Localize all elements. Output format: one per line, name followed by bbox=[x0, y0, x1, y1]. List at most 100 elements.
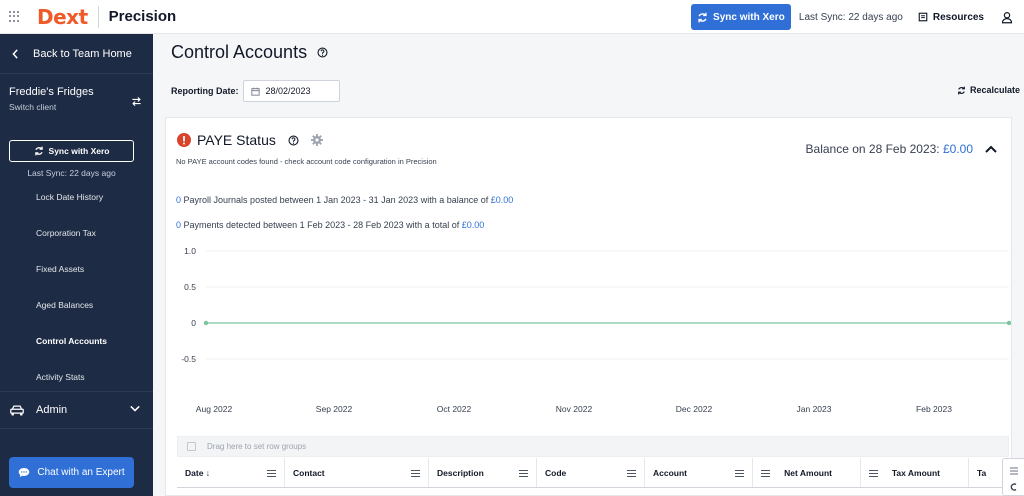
transactions-grid-header: Date ↓ Contact Description Code Account … bbox=[177, 458, 1009, 488]
balance-summary: Balance on 28 Feb 2023: £0.00 bbox=[806, 142, 997, 156]
resources-label: Resources bbox=[932, 11, 984, 23]
reporting-date-control: Reporting Date: 28/02/2023 bbox=[171, 80, 340, 102]
row-group-icon bbox=[187, 442, 196, 451]
back-to-team-home[interactable]: Back to Team Home bbox=[0, 34, 153, 74]
sync-icon bbox=[698, 12, 707, 22]
chat-bubble-icon bbox=[19, 468, 30, 477]
column-label-tax-amount: Tax Amount bbox=[891, 467, 940, 478]
column-header-code[interactable]: Code bbox=[537, 458, 645, 487]
top-bar: Dext Precision Sync with Xero Last Sync:… bbox=[0, 0, 1024, 34]
y-tick-label: 0 bbox=[191, 318, 196, 328]
recalculate-button[interactable]: Recalculate bbox=[957, 85, 1020, 95]
payments-count[interactable]: 0 bbox=[176, 220, 181, 230]
card-title: PAYE Status bbox=[197, 132, 276, 148]
payroll-journals-text: Payroll Journals posted between 1 Jan 20… bbox=[183, 195, 489, 205]
sync-button-label: Sync with Xero bbox=[713, 11, 785, 23]
gear-icon[interactable] bbox=[310, 134, 323, 146]
sidebar-item-control-accounts[interactable]: Control Accounts bbox=[0, 323, 153, 359]
column-label-contact: Contact bbox=[293, 467, 325, 478]
chat-with-expert-button[interactable]: Chat with an Expert bbox=[9, 457, 134, 488]
book-icon bbox=[918, 12, 928, 22]
column-menu-icon[interactable] bbox=[869, 469, 878, 479]
y-tick-label: 1.0 bbox=[184, 246, 196, 256]
app-grid-icon[interactable] bbox=[9, 10, 21, 23]
sidebar-item-corporation-tax[interactable]: Corporation Tax bbox=[0, 215, 153, 251]
alert-icon bbox=[177, 133, 191, 147]
column-menu-icon[interactable] bbox=[411, 469, 420, 479]
reporting-date-value: 28/02/2023 bbox=[265, 86, 311, 96]
column-header-account[interactable]: Account bbox=[645, 458, 753, 487]
sync-with-xero-button[interactable]: Sync with Xero bbox=[690, 4, 791, 30]
y-tick-label: -0.5 bbox=[181, 354, 196, 364]
sidebar-sync-with-xero-button[interactable]: Sync with Xero bbox=[9, 140, 134, 162]
sidebar: Back to Team Home Freddie's Fridges Swit… bbox=[0, 34, 153, 496]
column-header-net-amount[interactable]: Net Amount bbox=[753, 458, 861, 487]
payroll-journals-amount[interactable]: £0.00 bbox=[491, 195, 514, 205]
sync-icon bbox=[34, 146, 43, 156]
column-menu-icon[interactable] bbox=[267, 469, 276, 479]
top-right-actions: Sync with Xero Last Sync: 22 days ago Re… bbox=[690, 0, 1024, 34]
main-content: Control Accounts Reporting Date: 28/02/2… bbox=[153, 34, 1024, 496]
chevron-up-icon[interactable] bbox=[985, 145, 997, 153]
balance-value: £0.00 bbox=[942, 142, 973, 156]
swap-icon[interactable] bbox=[131, 96, 142, 107]
column-menu-icon[interactable] bbox=[761, 469, 770, 479]
balance-label: Balance on 28 Feb 2023: bbox=[805, 142, 940, 156]
column-menu-icon[interactable] bbox=[519, 469, 528, 479]
calendar-icon bbox=[250, 87, 260, 96]
paye-status-card: PAYE Status No PAYE account codes found … bbox=[165, 117, 1012, 496]
card-header: PAYE Status bbox=[177, 132, 323, 148]
sidebar-item-activity-stats[interactable]: Activity Stats bbox=[0, 359, 153, 395]
sidebar-item-aged-balances[interactable]: Aged Balances bbox=[0, 287, 153, 323]
column-label-tax-rate: Ta bbox=[977, 467, 987, 478]
sidebar-nav: Lock Date History Corporation Tax Fixed … bbox=[0, 179, 153, 395]
y-tick-label: 0.5 bbox=[184, 282, 196, 292]
row-group-drop-zone[interactable]: Drag here to set row groups bbox=[177, 436, 1009, 457]
sidebar-item-fixed-assets[interactable]: Fixed Assets bbox=[0, 251, 153, 287]
payroll-journals-count[interactable]: 0 bbox=[176, 195, 181, 205]
column-header-tax-amount[interactable]: Tax Amount bbox=[861, 458, 969, 487]
product-name: Precision bbox=[108, 8, 177, 25]
sidebar-item-admin[interactable]: Admin bbox=[0, 391, 153, 429]
logo-divider bbox=[97, 5, 99, 28]
column-header-date[interactable]: Date ↓ bbox=[177, 458, 285, 487]
data-point bbox=[1006, 320, 1011, 326]
x-tick-label: Jan 2023 bbox=[797, 404, 832, 414]
payments-amount[interactable]: £0.00 bbox=[462, 220, 485, 230]
payments-summary: 0 Payments detected between 1 Feb 2023 -… bbox=[176, 220, 484, 230]
chevron-down-icon bbox=[130, 405, 140, 412]
x-tick-label: Aug 2022 bbox=[196, 404, 233, 414]
column-menu-icon[interactable] bbox=[627, 469, 636, 479]
drag-handle-icon bbox=[1010, 467, 1018, 475]
reporting-date-input[interactable]: 28/02/2023 bbox=[242, 80, 340, 102]
last-sync-status: Last Sync: 22 days ago bbox=[798, 11, 903, 23]
refresh-icon bbox=[958, 86, 965, 94]
data-point bbox=[203, 320, 209, 326]
column-menu-icon[interactable] bbox=[735, 469, 744, 479]
recalculate-label: Recalculate bbox=[969, 85, 1020, 95]
column-label-account: Account bbox=[653, 467, 687, 478]
x-tick-label: Dec 2022 bbox=[676, 404, 713, 414]
column-label-code: Code bbox=[545, 467, 567, 478]
x-tick-label: Nov 2022 bbox=[556, 404, 593, 414]
x-tick-label: Sep 2022 bbox=[316, 404, 353, 414]
car-icon bbox=[10, 405, 24, 416]
side-panel-handle[interactable] bbox=[1002, 458, 1024, 496]
x-tick-label: Oct 2022 bbox=[437, 404, 472, 414]
row-group-hint: Drag here to set row groups bbox=[207, 442, 307, 451]
column-header-contact[interactable]: Contact bbox=[285, 458, 429, 487]
sidebar-item-lock-date-history[interactable]: Lock Date History bbox=[0, 179, 153, 215]
client-selector[interactable]: Freddie's Fridges Switch client bbox=[0, 74, 153, 136]
resources-link[interactable]: Resources bbox=[918, 12, 984, 23]
column-label-date: Date ↓ bbox=[185, 467, 211, 478]
column-header-description[interactable]: Description bbox=[429, 458, 537, 487]
help-icon[interactable] bbox=[288, 134, 299, 146]
user-icon[interactable] bbox=[1001, 11, 1013, 24]
admin-label: Admin bbox=[36, 404, 68, 416]
page-title: Control Accounts bbox=[171, 42, 328, 63]
card-subtitle: No PAYE account codes found - check acco… bbox=[176, 157, 437, 166]
paye-balance-chart: 1.0 0.5 0 -0.5 Aug 2022 Sep 2022 Oct 2022 Nov 2… bbox=[181, 246, 1011, 414]
help-icon[interactable] bbox=[317, 47, 328, 58]
panel-c-icon bbox=[1010, 483, 1017, 491]
dext-logo[interactable]: Dext bbox=[37, 5, 88, 29]
